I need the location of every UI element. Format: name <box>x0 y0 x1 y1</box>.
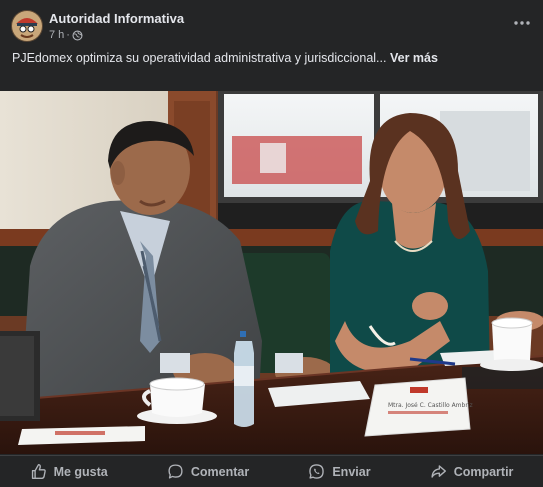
whatsapp-icon <box>309 464 325 479</box>
send-label: Enviar <box>332 464 371 479</box>
thumbs-up-icon <box>31 464 46 479</box>
post-text: PJEdomex optimiza su operatividad admini… <box>12 50 532 67</box>
post-time[interactable]: 7 h <box>49 29 64 41</box>
share-label: Compartir <box>453 464 514 479</box>
meta-separator: · <box>66 29 70 41</box>
share-button[interactable]: Compartir <box>422 459 522 484</box>
nameplate-text: Mtra. José C. Castillo Ambriz <box>388 402 473 409</box>
post-header: Autoridad Informativa 7 h · <box>0 0 543 44</box>
post-body: PJEdomex optimiza su operatividad admini… <box>12 51 387 65</box>
comment-icon <box>168 464 183 479</box>
facebook-post: Autoridad Informativa 7 h · PJEdomex opt… <box>0 0 543 487</box>
send-button[interactable]: Enviar <box>300 459 378 484</box>
like-button[interactable]: Me gusta <box>22 459 116 484</box>
meeting-photo-image: Mtra. José C. Castillo Ambriz <box>0 91 543 454</box>
comment-button[interactable]: Comentar <box>159 459 257 484</box>
see-more-link[interactable]: Ver más <box>390 51 438 65</box>
comment-label: Comentar <box>190 464 250 479</box>
share-icon <box>431 465 446 478</box>
post-photo[interactable]: Mtra. José C. Castillo Ambriz <box>0 91 543 454</box>
post-action-bar: Me gusta Comentar Enviar Compartir <box>0 455 543 487</box>
post-meta: 7 h · <box>49 29 83 41</box>
page-name[interactable]: Autoridad Informativa <box>49 11 184 26</box>
more-options-button[interactable] <box>511 14 533 32</box>
avatar-logo-icon <box>11 10 43 42</box>
page-avatar[interactable] <box>11 10 43 42</box>
more-horizontal-icon <box>514 21 530 25</box>
globe-icon <box>72 29 83 41</box>
like-label: Me gusta <box>53 464 108 479</box>
